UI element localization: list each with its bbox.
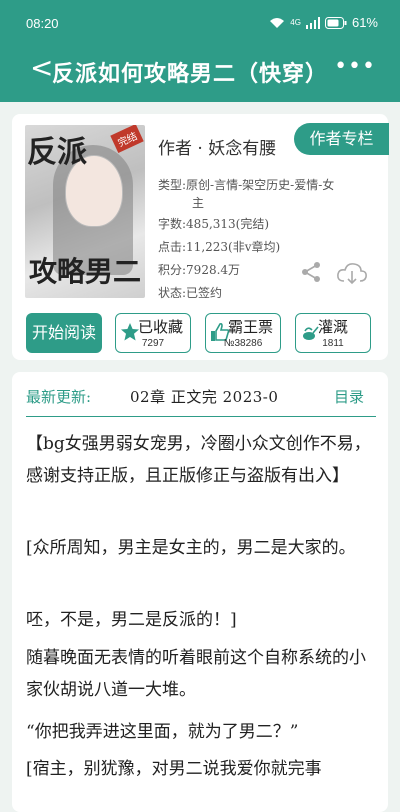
start-reading-button[interactable]: 开始阅读 — [26, 313, 102, 353]
meta-clicks: 点击:11,223(非v章均) — [158, 240, 281, 254]
latest-update-row: 最新更新: 02章 正文完 2023-0 目录 — [26, 384, 376, 412]
content-paragraph: 呸，不是，男二是反派的！] — [26, 610, 237, 630]
status-bar: 08:20 4G 61% — [0, 0, 400, 46]
water-label: 灌溉 — [318, 318, 349, 336]
cover-tag: 完结 — [110, 125, 144, 154]
share-icon[interactable] — [300, 261, 322, 283]
bawang-button[interactable]: 霸王票 №38286 — [205, 313, 281, 353]
author-name[interactable]: 作者 · 妖念有腰 — [158, 134, 276, 159]
content-paragraph: [众所周知，男主是女主的，男二是大家的。 — [26, 538, 356, 558]
bawang-count: №38286 — [223, 338, 263, 349]
chevron-left-icon[interactable]: < — [30, 52, 53, 84]
share-download-group — [300, 261, 368, 285]
cover-title-top: 反派 — [27, 135, 87, 170]
signal-icon — [305, 16, 320, 29]
status-icons: 4G 61% — [269, 15, 378, 30]
latest-update-label: 最新更新: — [26, 388, 92, 406]
water-count: 1811 — [322, 338, 344, 349]
more-dots-icon[interactable]: ••• — [334, 54, 376, 79]
bawang-label: 霸王票 — [228, 318, 274, 336]
book-info-card: 反派 完结 攻略男二 作者 · 妖念有腰 作者专栏 类型:原创-言情-架空历史-… — [12, 114, 389, 360]
collect-label: 已收藏 — [138, 318, 184, 336]
content-paragraph: [宿主，别犹豫，对男二说我爱你就完事 — [26, 759, 322, 779]
latest-update-value[interactable]: 02章 正文完 2023-0 — [130, 386, 326, 407]
meta-type: 类型:原创-言情-架空历史-爱情-女 — [158, 178, 335, 192]
page-title: 反派如何攻略男二（快穿） — [52, 61, 329, 87]
meta-status: 状态:已签约 — [158, 286, 223, 300]
wifi-icon — [270, 17, 285, 28]
network-label: 4G — [290, 18, 301, 27]
status-time: 08:20 — [26, 16, 59, 31]
water-button[interactable]: 灌溉 1811 — [295, 313, 371, 353]
book-cover[interactable]: 反派 完结 攻略男二 — [25, 125, 145, 298]
content-paragraph: 随暮晚面无表情的听着眼前这个自称系统的小家伙胡说八道一大堆。 — [26, 648, 366, 700]
meta-words: 字数:485,313(完结) — [158, 217, 270, 231]
content-paragraph: 【bg女强男弱女宠男，冷圈小众文创作不易，感谢支持正版，且正版修正与盗版有出入】 — [26, 434, 371, 486]
content-card: 最新更新: 02章 正文完 2023-0 目录 【bg女强男弱女宠男，冷圈小众文… — [12, 372, 388, 812]
divider — [26, 416, 376, 417]
catalog-link[interactable]: 目录 — [334, 386, 364, 407]
collect-count: 7297 — [141, 338, 165, 349]
nav-bar: < 反派如何攻略男二（快穿） ••• — [0, 50, 400, 92]
meta-type-cont: 主 — [192, 196, 205, 210]
cloud-download-icon[interactable] — [336, 261, 368, 285]
collect-button[interactable]: 已收藏 7297 — [115, 313, 191, 353]
app-header: 08:20 4G 61% < 反派如何攻略男二（快穿） ••• — [0, 0, 400, 102]
content-paragraph: “你把我弄进这里面，就为了男二？” — [26, 722, 299, 742]
battery-percent: 61% — [351, 15, 378, 30]
cover-title-bottom: 攻略男二 — [29, 255, 142, 288]
meta-score: 积分:7928.4万 — [158, 263, 241, 277]
author-column-button[interactable]: 作者专栏 — [294, 123, 389, 155]
battery-icon — [324, 16, 347, 29]
